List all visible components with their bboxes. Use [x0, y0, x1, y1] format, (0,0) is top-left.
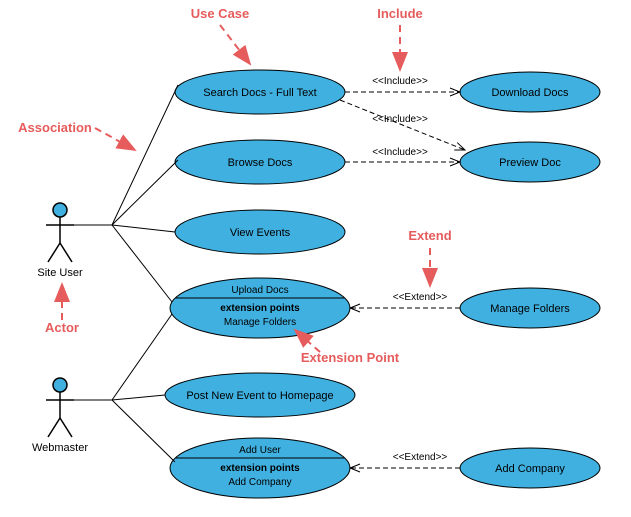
association-line: [74, 85, 178, 225]
use-case-diagram: Site User Webmaster Search Docs - Full T…: [0, 0, 631, 517]
svg-text:<<Include>>: <<Include>>: [372, 114, 428, 125]
svg-text:extension points: extension points: [220, 303, 300, 314]
usecase-add-company: Add Company: [460, 448, 600, 488]
svg-text:Upload Docs: Upload Docs: [231, 285, 288, 296]
svg-text:extension points: extension points: [220, 463, 300, 474]
usecase-add-user: Add User extension points Add Company: [170, 438, 350, 498]
callout-extend: Extend: [408, 228, 451, 243]
svg-text:<<Extend>>: <<Extend>>: [393, 292, 448, 303]
association-line: [74, 395, 165, 400]
association-line: [74, 314, 172, 400]
svg-text:Download Docs: Download Docs: [491, 87, 569, 99]
usecase-manage-folders: Manage Folders: [460, 288, 600, 328]
extension-point-label: Manage Folders: [224, 317, 296, 328]
include-line: [340, 100, 465, 150]
callout-extension-point: Extension Point: [301, 350, 400, 365]
svg-text:<<Include>>: <<Include>>: [372, 76, 428, 87]
callout-actor: Actor: [45, 320, 79, 335]
svg-text:Search Docs - Full Text: Search Docs - Full Text: [203, 87, 317, 99]
actor-webmaster: Webmaster: [32, 378, 88, 454]
association-line: [74, 225, 172, 302]
svg-text:Preview Doc: Preview Doc: [499, 157, 561, 169]
actor-label: Webmaster: [32, 442, 88, 454]
svg-text:<<Extend>>: <<Extend>>: [393, 452, 448, 463]
usecase-post-event: Post New Event to Homepage: [165, 373, 355, 417]
actor-label: Site User: [37, 267, 83, 279]
actor-site-user: Site User: [37, 203, 83, 279]
callout-usecase: Use Case: [191, 6, 250, 21]
extension-point-label: Add Company: [228, 477, 291, 488]
svg-text:Post New Event to Homepage: Post New Event to Homepage: [186, 390, 333, 402]
usecase-preview-doc: Preview Doc: [460, 142, 600, 182]
svg-text:View Events: View Events: [230, 227, 291, 239]
svg-text:<<Include>>: <<Include>>: [372, 147, 428, 158]
association-line: [74, 160, 178, 225]
svg-text:Manage Folders: Manage Folders: [490, 303, 570, 315]
usecase-upload-docs: Upload Docs extension points Manage Fold…: [170, 278, 350, 338]
usecase-view-events: View Events: [175, 210, 345, 254]
usecase-browse-docs: Browse Docs: [175, 140, 345, 184]
callout-arrow: [220, 25, 250, 64]
usecase-download-docs: Download Docs: [460, 72, 600, 112]
svg-text:Add User: Add User: [239, 445, 281, 456]
svg-text:Add Company: Add Company: [495, 463, 565, 475]
association-line: [74, 225, 175, 232]
svg-text:Browse Docs: Browse Docs: [228, 157, 293, 169]
callout-arrow: [95, 128, 135, 150]
usecase-search-docs: Search Docs - Full Text: [175, 70, 345, 114]
callout-association: Association: [18, 120, 92, 135]
callout-include: Include: [377, 6, 423, 21]
association-line: [74, 400, 175, 462]
